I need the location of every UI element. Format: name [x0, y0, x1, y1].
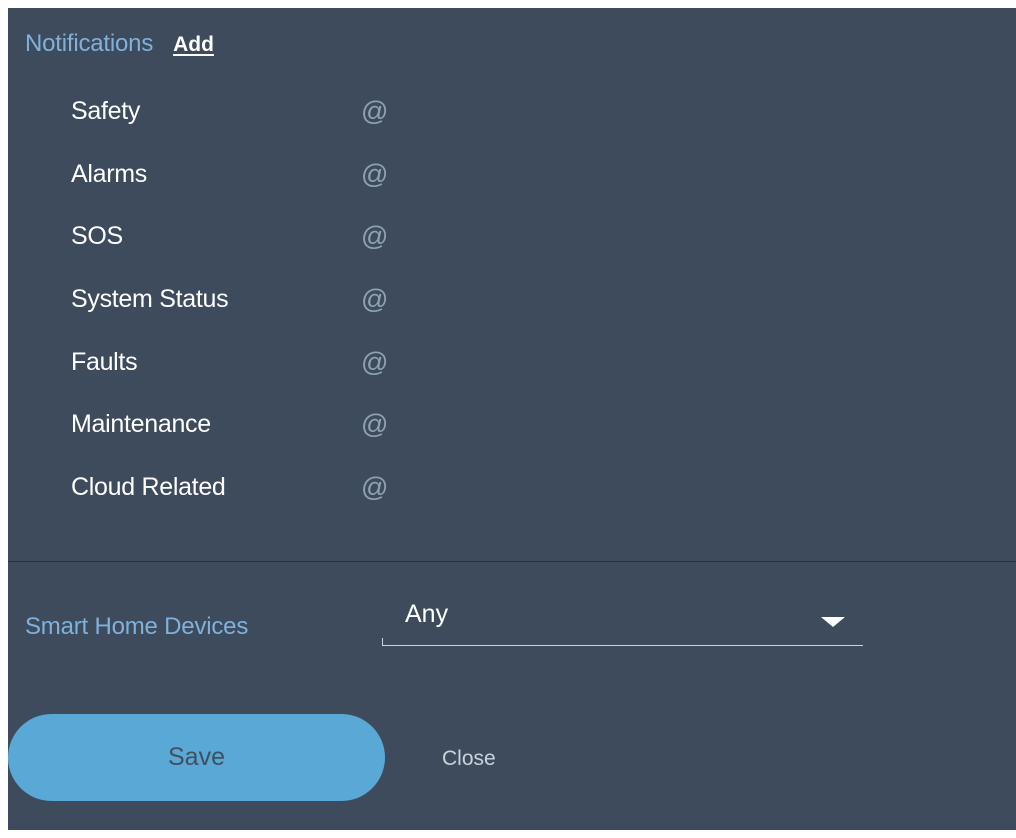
notification-row-alarms: Alarms @ — [71, 157, 388, 220]
email-at-icon[interactable]: @ — [361, 470, 388, 504]
notification-label: System Status — [71, 285, 229, 314]
notification-list: Safety @ Alarms @ SOS @ System Status @ … — [71, 94, 388, 533]
notifications-title: Notifications — [25, 30, 154, 57]
notification-label: Faults — [71, 347, 138, 376]
smart-home-devices-select[interactable]: Any — [382, 598, 863, 646]
notification-row-cloud-related: Cloud Related @ — [71, 470, 388, 533]
notifications-header: Notifications Add — [25, 30, 214, 58]
notification-label: Alarms — [71, 159, 147, 188]
notification-label: Cloud Related — [71, 473, 226, 502]
notifications-panel: Notifications Add Safety @ Alarms @ SOS … — [8, 8, 1016, 830]
email-at-icon[interactable]: @ — [361, 219, 388, 253]
email-at-icon[interactable]: @ — [361, 407, 388, 441]
select-underline — [382, 645, 863, 646]
select-value: Any — [405, 600, 449, 628]
add-notification-link[interactable]: Add — [173, 33, 214, 57]
notification-row-system-status: System Status @ — [71, 282, 388, 345]
notification-label: Maintenance — [71, 410, 211, 439]
notification-row-maintenance: Maintenance @ — [71, 407, 388, 470]
close-button[interactable]: Close — [442, 747, 496, 771]
notification-row-faults: Faults @ — [71, 345, 388, 408]
section-divider — [8, 561, 1016, 562]
notification-row-sos: SOS @ — [71, 219, 388, 282]
chevron-down-icon — [821, 617, 845, 627]
email-at-icon[interactable]: @ — [361, 345, 388, 379]
notification-row-safety: Safety @ — [71, 94, 388, 157]
smart-home-devices-label: Smart Home Devices — [25, 613, 249, 640]
notification-label: Safety — [71, 97, 141, 125]
email-at-icon[interactable]: @ — [361, 157, 388, 191]
save-button[interactable]: Save — [8, 714, 385, 801]
email-at-icon[interactable]: @ — [361, 282, 388, 316]
email-at-icon[interactable]: @ — [361, 94, 388, 128]
notification-label: SOS — [71, 222, 123, 251]
